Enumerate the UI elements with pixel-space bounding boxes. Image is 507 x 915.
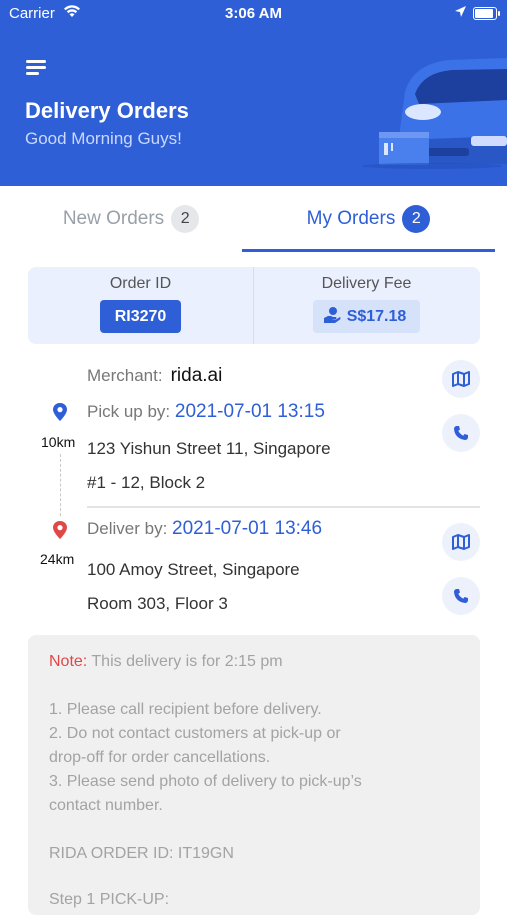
- order-id-section: Order ID RI3270: [28, 267, 253, 344]
- delivery-time: 2021-07-01 13:46: [172, 518, 323, 539]
- phone-icon: [454, 426, 468, 440]
- location-arrow-icon: [455, 6, 466, 17]
- order-id-label: Order ID: [109, 275, 172, 292]
- hand-coin-icon: [323, 307, 341, 324]
- map-icon: [452, 534, 470, 550]
- rida-order-id: RIDA ORDER ID: IT19GN: [49, 845, 234, 862]
- delivery-address-line1: 100 Amoy Street, Singapore: [87, 560, 300, 579]
- merchant-name: rida.ai: [170, 365, 223, 386]
- pickup-address-line1: 123 Yishun Street 11, Singapore: [87, 439, 331, 458]
- delivery-address-line2: Room 303, Floor 3: [87, 594, 228, 613]
- tab-new-orders[interactable]: New Orders 2: [20, 186, 242, 252]
- location-pin-icon: [53, 521, 67, 539]
- map-icon: [452, 371, 470, 387]
- note-label: Note:: [49, 653, 88, 670]
- merchant-label: Merchant:: [87, 366, 163, 385]
- status-bar: Carrier 3:06 AM: [0, 0, 507, 28]
- delivery-map-button[interactable]: [442, 523, 480, 561]
- battery-icon: [473, 7, 500, 20]
- menu-icon[interactable]: [26, 60, 48, 76]
- note-instruction-line: contact number.: [49, 797, 163, 814]
- status-time: 3:06 AM: [225, 5, 282, 22]
- delivery-fee-badge: S$17.18: [312, 300, 421, 333]
- pickup-map-button[interactable]: [442, 360, 480, 398]
- my-orders-count-badge: 2: [402, 205, 431, 233]
- note-instruction-line: 3. Please send photo of delivery to pick…: [49, 773, 362, 790]
- merchant-row: Merchant: rida.ai: [87, 365, 222, 387]
- step-heading: Step 1 PICK-UP:: [49, 891, 170, 908]
- order-summary-card: Order ID RI3270 Delivery Fee S$17.18: [28, 267, 480, 344]
- section-separator: [87, 506, 480, 508]
- order-id-badge: RI3270: [99, 300, 182, 333]
- delivery-note-box: Note: This delivery is for 2:15 pm 1. Pl…: [28, 635, 480, 915]
- delivery-time-row: Deliver by: 2021-07-01 13:46: [87, 518, 322, 540]
- page-title: Delivery Orders: [25, 98, 189, 123]
- order-tabs: New Orders 2 My Orders 2: [0, 186, 507, 252]
- delivery-fee-section: Delivery Fee S$17.18: [254, 267, 479, 344]
- pickup-call-button[interactable]: [442, 414, 480, 452]
- greeting-subtitle: Good Morning Guys!: [25, 129, 182, 148]
- phone-icon: [454, 589, 468, 603]
- delivery-distance: 24km: [40, 551, 75, 567]
- tab-my-orders[interactable]: My Orders 2: [242, 186, 495, 252]
- note-header: Note: This delivery is for 2:15 pm: [49, 653, 283, 671]
- delivery-car-illustration: [362, 58, 507, 169]
- pickup-time: 2021-07-01 13:15: [174, 401, 325, 422]
- delivery-fee-label: Delivery Fee: [321, 275, 412, 292]
- tab-new-orders-label: New Orders: [62, 208, 165, 229]
- location-pin-icon: [53, 403, 67, 421]
- app-header: Carrier 3:06 AM Delivery Orders Good Mor…: [0, 0, 507, 186]
- note-instruction-line: drop-off for order cancellations.: [49, 749, 271, 766]
- route-connector: [60, 454, 61, 516]
- note-instruction-line: 1. Please call recipient before delivery…: [49, 701, 322, 718]
- note-instruction-line: 2. Do not contact customers at pick-up o…: [49, 725, 341, 742]
- active-tab-indicator: [242, 249, 495, 252]
- pickup-distance: 10km: [41, 434, 76, 450]
- pickup-address-line2: #1 - 12, Block 2: [87, 473, 206, 492]
- pickup-label: Pick up by:: [87, 402, 171, 421]
- delivery-fee-value: S$17.18: [346, 308, 407, 325]
- delivery-call-button[interactable]: [442, 577, 480, 615]
- new-orders-count-badge: 2: [171, 205, 200, 233]
- note-text: This delivery is for 2:15 pm: [91, 653, 283, 670]
- delivery-label: Deliver by:: [87, 519, 168, 538]
- pickup-time-row: Pick up by: 2021-07-01 13:15: [87, 401, 325, 423]
- tab-my-orders-label: My Orders: [306, 208, 396, 229]
